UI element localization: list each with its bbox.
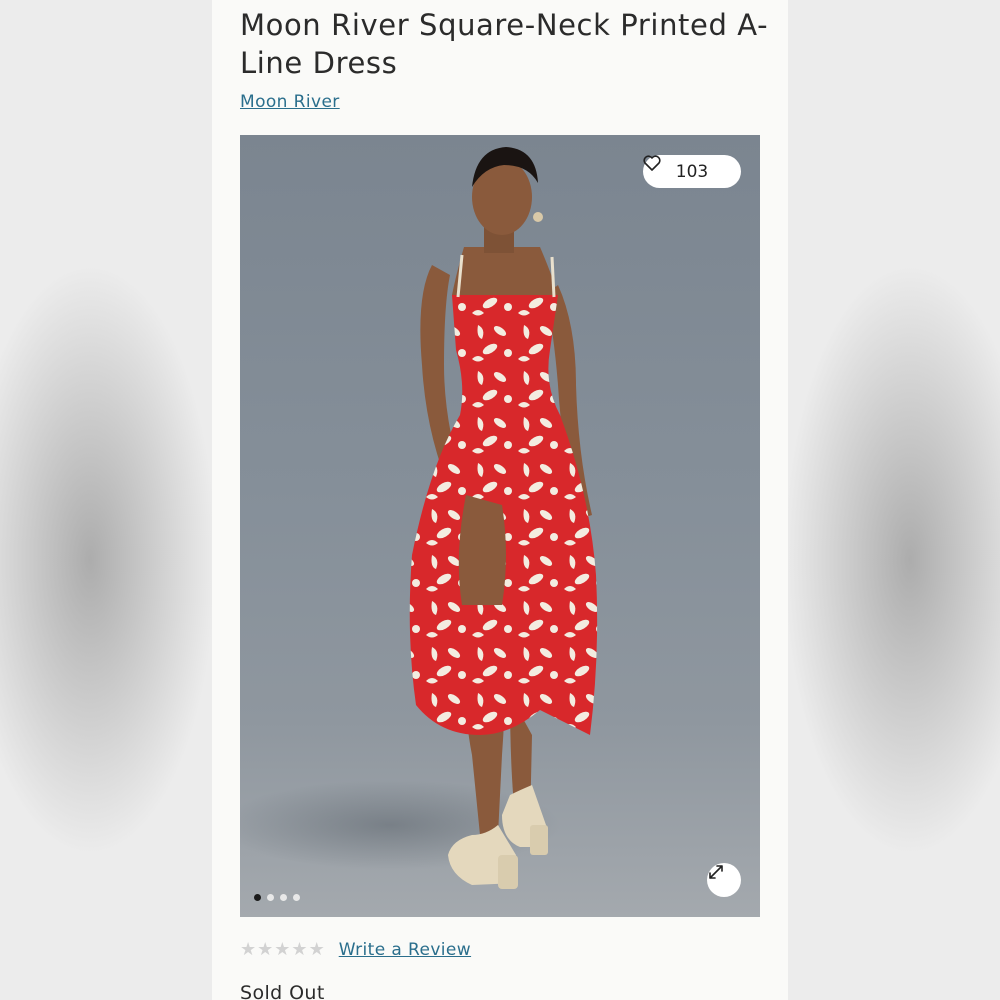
rating-row: ★ ★ ★ ★ ★ Write a Review xyxy=(240,940,471,960)
product-photo xyxy=(240,147,598,889)
write-review-link[interactable]: Write a Review xyxy=(339,940,471,960)
star-icon: ★ xyxy=(274,939,291,960)
star-icon: ★ xyxy=(308,939,325,960)
product-title: Moon River Square-Neck Printed A-Line Dr… xyxy=(240,8,769,80)
gallery-pagination xyxy=(254,894,300,901)
expand-icon xyxy=(709,865,723,879)
stock-status: Sold Out xyxy=(240,982,325,1000)
brand-link[interactable]: Moon River xyxy=(240,92,340,112)
like-button[interactable]: 103 xyxy=(643,155,741,188)
like-count: 103 xyxy=(675,161,709,182)
gallery-dot-4[interactable] xyxy=(293,894,300,901)
heart-icon xyxy=(643,155,661,171)
gallery-dot-1[interactable] xyxy=(254,894,261,901)
star-rating: ★ ★ ★ ★ ★ xyxy=(240,941,325,959)
product-page: Moon River Square-Neck Printed A-Line Dr… xyxy=(212,0,788,1000)
star-icon: ★ xyxy=(257,939,274,960)
product-image-gallery[interactable]: 103 xyxy=(240,135,760,917)
gallery-dot-2[interactable] xyxy=(267,894,274,901)
star-icon: ★ xyxy=(240,939,257,960)
gallery-dot-3[interactable] xyxy=(280,894,287,901)
expand-image-button[interactable] xyxy=(707,863,741,897)
star-icon: ★ xyxy=(291,939,308,960)
